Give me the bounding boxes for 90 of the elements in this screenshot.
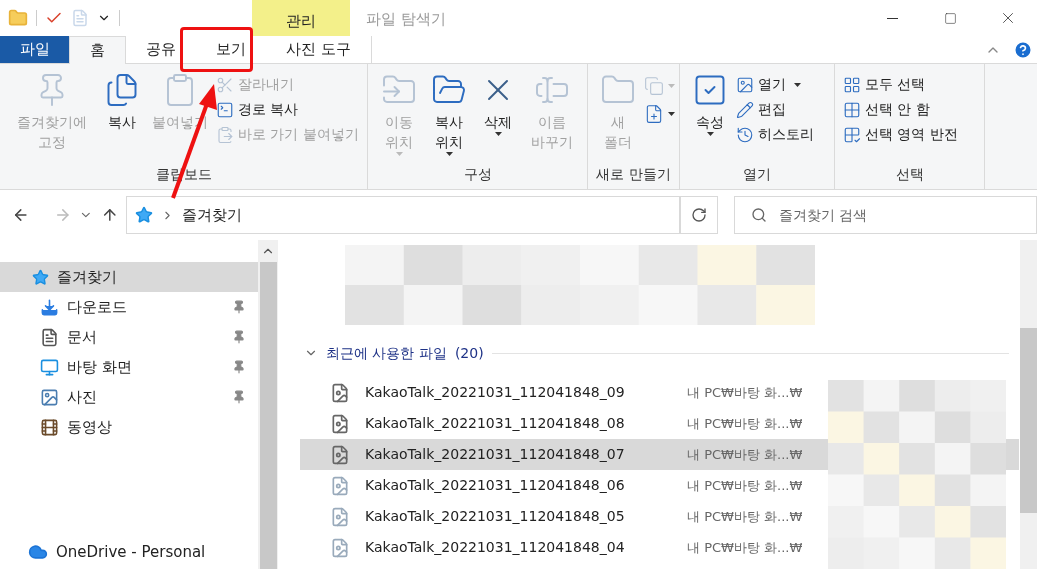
file-row[interactable]: KakaoTalk_20221031_112041848_04 내 PC₩바탕 화...₩ <box>300 532 1019 563</box>
file-row[interactable]: KakaoTalk_20221031_112041848_06 내 PC₩바탕 화...₩ <box>300 470 1019 501</box>
document-icon <box>40 327 59 347</box>
ribbon-button[interactable]: 편집 <box>736 97 814 122</box>
file-thumbnail-icon <box>330 413 350 434</box>
desktop-icon <box>40 357 59 377</box>
invert-selection-icon <box>843 125 861 144</box>
help-icon[interactable] <box>1013 39 1033 60</box>
scissors-icon <box>216 75 234 94</box>
file-location: 내 PC₩바탕 화...₩ <box>687 383 803 402</box>
file-name: KakaoTalk_20221031_112041848_05 <box>365 507 626 526</box>
file-location: 내 PC₩바탕 화...₩ <box>687 538 803 557</box>
address-path: 즐겨찾기 <box>182 204 243 226</box>
address-bar[interactable]: 즐겨찾기 <box>126 196 681 234</box>
edit-icon <box>736 100 754 119</box>
ribbon-button[interactable]: 모두 선택 <box>843 72 958 97</box>
group-label: 새로 만들기 <box>595 165 672 184</box>
file-location: 내 PC₩바탕 화...₩ <box>687 507 803 526</box>
file-name: KakaoTalk_20221031_112041848_07 <box>365 445 626 464</box>
ribbon-button[interactable]: 복사 <box>100 68 144 132</box>
ribbon-button[interactable]: 복사 위치 <box>426 68 473 156</box>
ribbon-tab[interactable]: 사진 도구 <box>266 36 372 63</box>
file-location: 내 PC₩바탕 화...₩ <box>687 476 803 495</box>
ribbon-button[interactable]: 선택 영역 반전 <box>843 122 958 147</box>
context-tab-header: 관리 <box>252 0 350 36</box>
refresh-button[interactable] <box>680 196 718 234</box>
file-row[interactable]: KakaoTalk_20221031_112041848_09 내 PC₩바탕 화...₩ <box>300 377 1019 408</box>
pin-icon <box>232 360 246 374</box>
ribbon-button[interactable]: 경로 복사 <box>216 97 359 122</box>
file-tab[interactable]: 파일 <box>0 36 69 63</box>
sidebar-item[interactable]: 사진 <box>0 382 258 412</box>
file-row[interactable]: KakaoTalk_20221031_112041848_08 내 PC₩바탕 화...₩ <box>300 408 1019 439</box>
scrollbar[interactable] <box>258 240 278 569</box>
sidebar-item[interactable]: 즐겨찾기 <box>0 262 258 292</box>
window-title: 파일 탐색기 <box>366 9 446 30</box>
file-count: (20) <box>454 343 484 363</box>
sidebar-item[interactable]: 다운로드 <box>0 292 258 322</box>
film-icon <box>40 417 59 437</box>
pin-icon <box>232 390 246 404</box>
file-thumbnail-icon <box>330 537 350 558</box>
star-icon <box>135 206 154 224</box>
file-thumbnail-icon <box>330 506 350 527</box>
ribbon-button[interactable]: 삭제 <box>476 68 521 136</box>
download-icon <box>40 297 59 317</box>
ribbon-button[interactable]: 열기 <box>736 72 814 97</box>
file-name: KakaoTalk_20221031_112041848_04 <box>365 538 626 557</box>
minimize-icon <box>886 17 898 19</box>
sidebar-item[interactable]: 문서 <box>0 322 258 352</box>
ribbon-button[interactable]: 선택 안 함 <box>843 97 958 122</box>
pin-icon <box>232 300 246 314</box>
star-icon <box>32 268 49 286</box>
scrollbar[interactable] <box>1020 240 1037 569</box>
ribbon-tab[interactable]: 공유 <box>126 36 196 63</box>
sidebar-item[interactable]: OneDrive - Personal <box>0 539 258 565</box>
pin-icon <box>232 330 246 344</box>
file-location: 내 PC₩바탕 화...₩ <box>687 445 803 464</box>
file-name: KakaoTalk_20221031_112041848_09 <box>365 383 626 402</box>
path-icon <box>216 100 234 119</box>
select-none-icon <box>843 100 861 119</box>
cloud-icon <box>28 542 48 562</box>
select-all-icon <box>843 75 861 94</box>
search-icon <box>750 207 767 223</box>
group-label: 선택 <box>894 165 925 184</box>
ribbon-tab[interactable]: 홈 <box>69 36 126 64</box>
file-location: 내 PC₩바탕 화...₩ <box>687 414 803 433</box>
image-icon <box>736 75 754 94</box>
search-field[interactable]: 즐겨찾기 검색 <box>778 204 1020 226</box>
file-name: KakaoTalk_20221031_112041848_06 <box>365 476 626 495</box>
shortcut-paste-icon <box>216 125 234 144</box>
ribbon-button[interactable]: 히스토리 <box>736 122 814 147</box>
refresh-icon <box>690 207 707 223</box>
sidebar-item[interactable]: 동영상 <box>0 412 258 442</box>
group-label: 구성 <box>462 165 493 184</box>
file-thumbnail-icon <box>330 444 350 465</box>
section-title: 최근에 사용한 파일 <box>326 343 447 363</box>
file-name: KakaoTalk_20221031_112041848_08 <box>365 414 626 433</box>
maximize-icon <box>943 11 957 25</box>
history-icon <box>736 125 754 144</box>
new-item-icon <box>644 76 664 96</box>
new-file-icon <box>644 104 664 124</box>
search-box[interactable]: 즐겨찾기 검색 <box>733 196 1037 234</box>
folder-icon <box>8 8 28 28</box>
file-row[interactable]: KakaoTalk_20221031_112041848_05 내 PC₩바탕 화...₩ <box>300 501 1019 532</box>
group-label: 열기 <box>742 165 772 184</box>
sidebar-item[interactable]: 바탕 화면 <box>0 352 258 382</box>
file-thumbnail-icon <box>330 475 350 496</box>
ribbon-tab[interactable]: 보기 <box>196 36 266 63</box>
file-thumbnail-icon <box>330 382 350 403</box>
photo-icon <box>40 387 59 407</box>
ribbon-button[interactable]: 속성 <box>688 68 732 136</box>
